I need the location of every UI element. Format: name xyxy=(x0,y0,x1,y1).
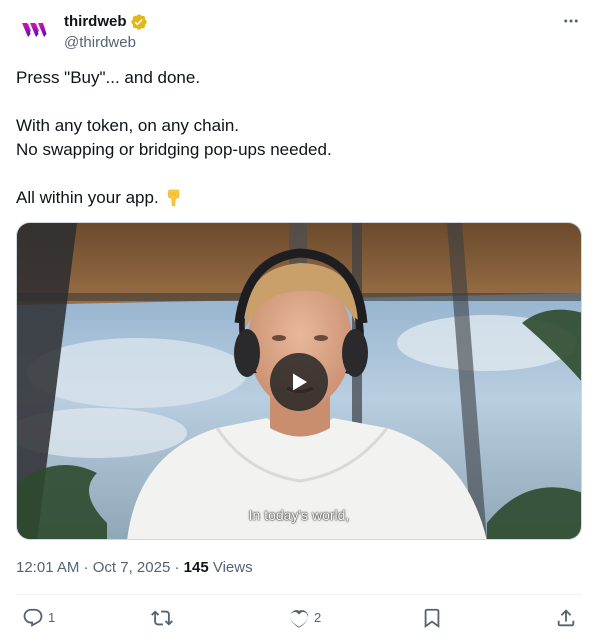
reply-button[interactable]: 1 xyxy=(22,606,55,630)
tweet-text-line-with-emoji: All within your app. xyxy=(16,186,582,210)
thirdweb-logo-icon xyxy=(22,23,47,37)
tweet-card: thirdweb @thirdweb Press "Buy"... and do… xyxy=(0,0,598,642)
like-count: 2 xyxy=(314,610,322,625)
tweet-text: Press "Buy"... and done. With any token,… xyxy=(16,66,582,210)
pointing-down-emoji-icon xyxy=(167,189,179,207)
bookmark-icon xyxy=(424,608,440,629)
display-name[interactable]: thirdweb xyxy=(64,12,127,32)
account-avatar[interactable] xyxy=(16,10,56,50)
reply-count: 1 xyxy=(48,610,56,625)
meta-separator: · xyxy=(79,559,93,576)
tweet-actions: 1 2 xyxy=(16,606,582,630)
bookmark-button[interactable] xyxy=(421,606,447,630)
heart-icon xyxy=(290,610,309,628)
tweet-time[interactable]: 12:01 AM xyxy=(16,559,79,576)
like-button[interactable]: 2 xyxy=(288,606,321,630)
share-button[interactable] xyxy=(555,606,577,630)
tweet-text-line: With any token, on any chain. xyxy=(16,116,240,135)
tweet-text-line: No swapping or bridging pop-ups needed. xyxy=(16,140,332,159)
account-handle[interactable]: @thirdweb xyxy=(64,33,148,53)
tweet-text-line: Press "Buy"... and done. xyxy=(16,68,201,87)
tweet-meta: 12:01 AM · Oct 7, 2025 · 145 Views xyxy=(16,558,253,578)
play-icon xyxy=(293,373,307,391)
display-name-row: thirdweb xyxy=(64,12,148,32)
verified-badge-icon[interactable] xyxy=(130,13,148,31)
retweet-icon xyxy=(151,610,173,626)
tweet-date[interactable]: Oct 7, 2025 xyxy=(93,559,171,576)
tweet-text-line: All within your app. xyxy=(16,188,159,207)
video-caption: In today's world, xyxy=(248,507,350,523)
divider xyxy=(16,594,582,595)
meta-separator: · xyxy=(170,559,184,576)
more-options-button[interactable] xyxy=(560,10,582,32)
more-horizontal-icon xyxy=(564,19,578,23)
retweet-button[interactable] xyxy=(151,606,177,630)
video-player[interactable]: In today's world, xyxy=(16,222,582,540)
views-count: 145 xyxy=(183,559,209,576)
reply-icon xyxy=(23,608,43,627)
tweet-header: thirdweb @thirdweb xyxy=(16,10,582,56)
account-name-block: thirdweb @thirdweb xyxy=(64,12,148,53)
views-label: Views xyxy=(208,559,253,576)
play-button[interactable] xyxy=(270,353,328,411)
share-icon xyxy=(557,609,575,627)
